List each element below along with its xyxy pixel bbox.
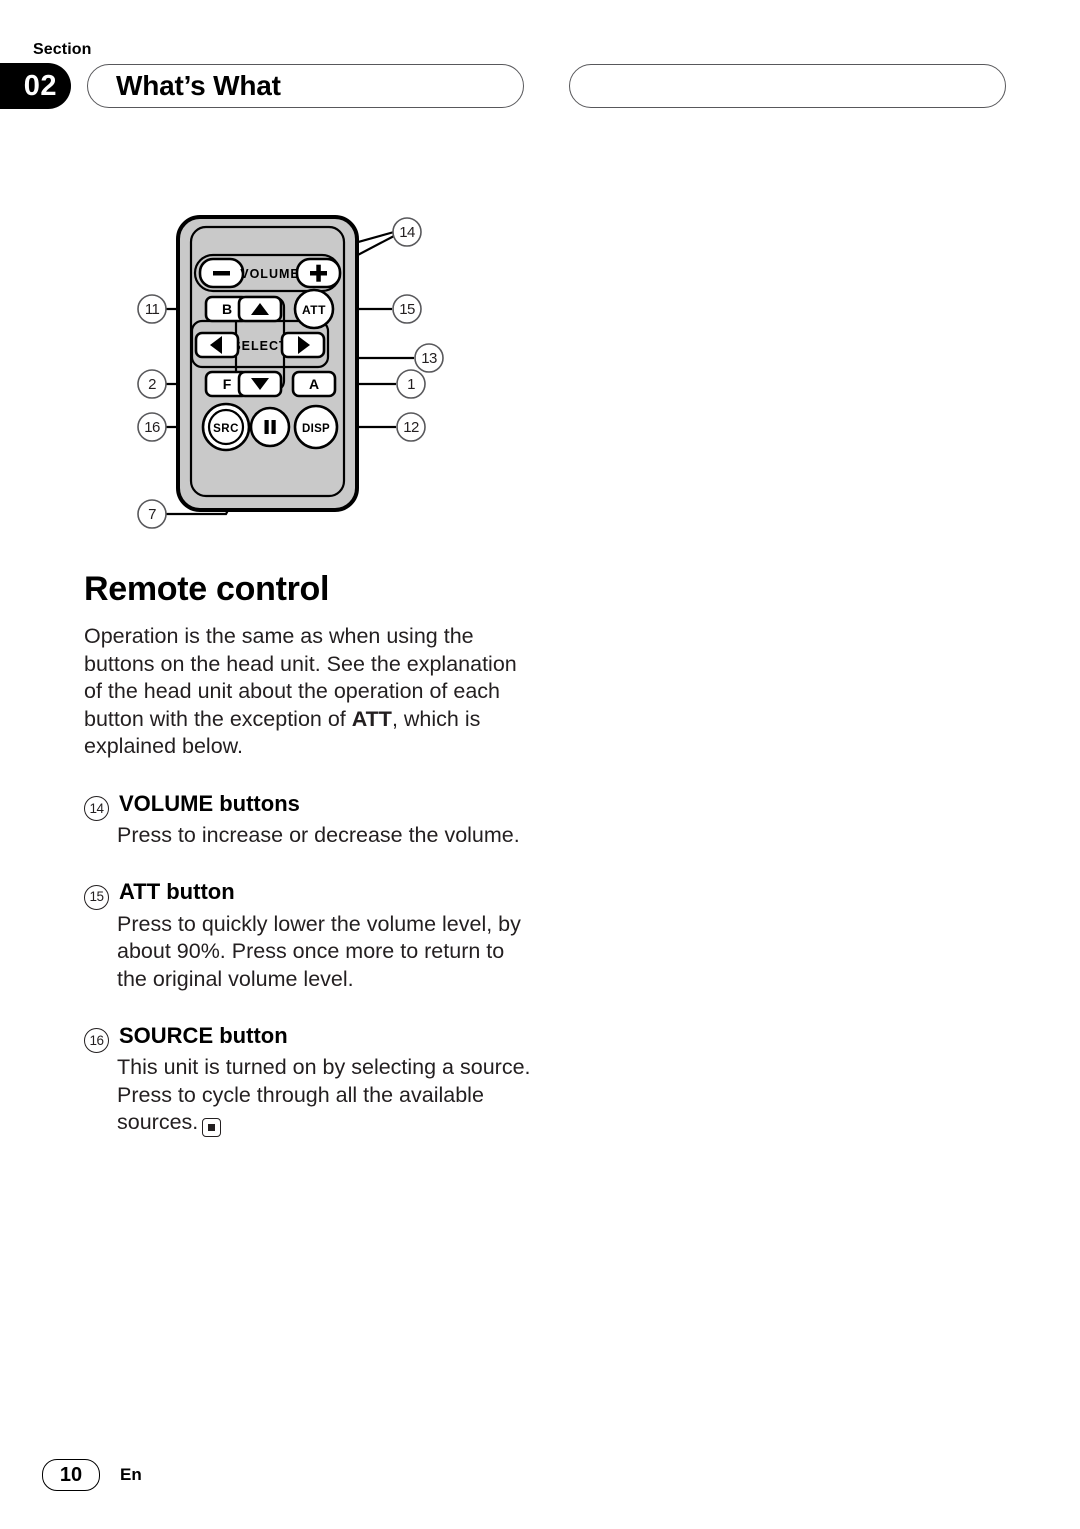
button-pause[interactable] <box>249 406 291 448</box>
select-label: SELECT <box>232 339 287 353</box>
svg-text:13: 13 <box>421 350 437 367</box>
svg-text:DISP: DISP <box>302 423 330 435</box>
circled-number: 15 <box>84 884 109 910</box>
button-volume-plus[interactable] <box>295 257 342 289</box>
svg-text:11: 11 <box>145 301 160 318</box>
list-item: 16 SOURCE button This unit is turned on … <box>84 1023 536 1138</box>
svg-text:15: 15 <box>399 301 415 318</box>
svg-text:16: 16 <box>144 419 160 436</box>
button-right[interactable] <box>280 331 326 359</box>
list-item: 14 VOLUME buttons Press to increase or d… <box>84 791 536 850</box>
section-label: Section <box>33 41 92 58</box>
callout-14: 14 <box>392 217 422 247</box>
intro-paragraph: Operation is the same as when using the … <box>84 623 536 761</box>
callout-2: 2 <box>137 369 167 399</box>
section-number-badge: 02 <box>0 63 71 109</box>
circled-number: 14 <box>84 795 109 821</box>
callout-16: 16 <box>137 412 167 442</box>
section-heading: Remote control <box>84 570 330 608</box>
page-number: 10 <box>42 1459 100 1491</box>
svg-text:14: 14 <box>399 224 415 241</box>
item-body: Press to increase or decrease the volume… <box>84 822 536 850</box>
item-title: SOURCE button <box>119 1023 288 1048</box>
button-left[interactable] <box>194 331 240 359</box>
callout-13: 13 <box>414 343 444 373</box>
button-att[interactable]: ATT <box>293 288 335 330</box>
language-code: En <box>120 1465 142 1484</box>
circled-number: 16 <box>84 1028 109 1054</box>
item-body: Press to quickly lower the volume level,… <box>84 911 536 994</box>
page-header: Section 02 What’s What <box>0 0 1080 130</box>
list-item: 15 ATT button Press to quickly lower the… <box>84 879 536 993</box>
button-disp[interactable]: DISP <box>293 404 339 450</box>
page-footer: 10 En <box>42 1459 142 1491</box>
callout-1: 1 <box>396 369 426 399</box>
volume-label: VOLUME <box>240 267 299 281</box>
item-header: 15 ATT button <box>84 879 536 910</box>
end-of-section-marker <box>202 1118 222 1138</box>
svg-text:F: F <box>223 376 232 392</box>
main-content: Remote control Operation is the same as … <box>84 570 536 1138</box>
intro-bold-att: ATT <box>351 706 392 731</box>
callout-11: 11 <box>137 294 167 324</box>
item-body-text: Press to quickly lower the volume level,… <box>117 911 521 991</box>
remote-control-figure: .bodyfill{fill:#c9c9c9;stroke:#000;strok… <box>130 205 480 545</box>
item-header: 16 SOURCE button <box>84 1023 536 1054</box>
button-up[interactable] <box>237 295 283 323</box>
item-header: 14 VOLUME buttons <box>84 790 536 821</box>
item-title: ATT button <box>119 879 235 905</box>
svg-text:12: 12 <box>403 419 419 436</box>
header-right-pill <box>569 64 1006 108</box>
button-down[interactable] <box>237 370 283 398</box>
item-body-text: Press to increase or decrease the volume… <box>117 822 520 847</box>
button-src[interactable]: SRC <box>201 402 251 452</box>
callout-15: 15 <box>392 294 422 324</box>
item-title: VOLUME buttons <box>119 790 300 816</box>
svg-text:SRC: SRC <box>213 423 239 435</box>
svg-text:ATT: ATT <box>302 303 326 317</box>
button-volume-minus[interactable] <box>198 257 245 289</box>
item-body: This unit is turned on by selecting a so… <box>84 1054 536 1138</box>
callout-12: 12 <box>396 412 426 442</box>
svg-text:7: 7 <box>148 506 156 523</box>
svg-text:2: 2 <box>148 376 156 393</box>
svg-text:1: 1 <box>407 376 415 393</box>
svg-text:B: B <box>222 301 232 317</box>
button-a[interactable]: A <box>291 370 337 398</box>
page-title: What’s What <box>116 70 281 101</box>
item-body-text: This unit is turned on by selecting a so… <box>117 1055 531 1135</box>
callout-7: 7 <box>137 499 167 529</box>
header-title-pill: What’s What <box>87 64 524 108</box>
svg-text:A: A <box>309 376 319 392</box>
